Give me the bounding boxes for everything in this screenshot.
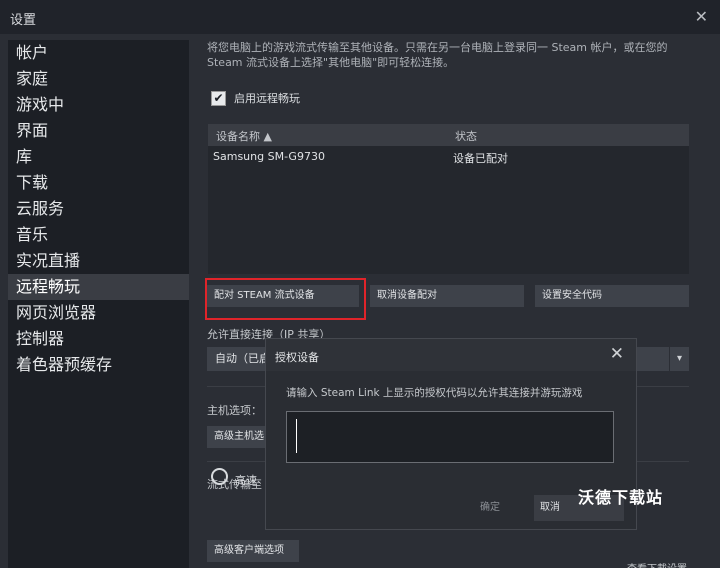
sidebar-item-controller[interactable]: 控制器: [8, 326, 189, 352]
settings-sidebar: 帐户 家庭 游戏中 界面 库 下载 云服务 音乐 实况直播 远程畅玩 网页浏览器…: [8, 40, 189, 568]
speed-radio[interactable]: [211, 468, 228, 485]
chevron-down-icon[interactable]: ▾: [669, 347, 689, 371]
close-icon[interactable]: ✕: [610, 344, 624, 364]
sidebar-item-interface[interactable]: 界面: [8, 118, 189, 144]
window-title: 设置: [10, 13, 37, 28]
sidebar-item-library[interactable]: 库: [8, 144, 189, 170]
text-caret: [296, 419, 297, 453]
host-options-label: 主机选项：: [207, 404, 262, 417]
column-header-status[interactable]: 状态: [455, 128, 477, 144]
watermark-text: 沃德下载站: [578, 488, 664, 507]
device-status-cell: 设备已配对: [453, 152, 508, 165]
sidebar-item-broadcasting[interactable]: 实况直播: [8, 248, 189, 274]
authorization-code-input[interactable]: [286, 411, 614, 463]
enable-remote-play-checkbox[interactable]: ✔: [211, 90, 226, 106]
set-security-code-button[interactable]: 设置安全代码: [535, 285, 689, 307]
enable-remote-play-row: ✔ 启用远程畅玩: [211, 90, 300, 106]
confirm-button[interactable]: 确定: [442, 495, 538, 521]
close-icon[interactable]: ✕: [695, 7, 708, 26]
highlight-box: [205, 278, 366, 320]
advanced-client-options-button[interactable]: 高级客户端选项: [207, 540, 299, 562]
sidebar-item-remote-play[interactable]: 远程畅玩: [8, 274, 189, 300]
window-titlebar: 设置 ✕: [0, 0, 720, 34]
sidebar-item-web-browser[interactable]: 网页浏览器: [8, 300, 189, 326]
sidebar-item-account[interactable]: 帐户: [8, 40, 189, 66]
unpair-device-button[interactable]: 取消设备配对: [370, 285, 524, 307]
direct-connection-value: 自动（已启: [215, 352, 270, 365]
authorization-prompt: 请输入 Steam Link 上显示的授权代码以允许其连接并游玩游戏: [286, 387, 583, 399]
remote-play-description: 将您电脑上的游戏流式传输至其他设备。只需在另一台电脑上登录同一 Steam 帐户…: [207, 41, 668, 69]
dialog-titlebar: 授权设备 ✕: [266, 339, 636, 371]
column-header-device-name[interactable]: 设备名称 ▲: [216, 128, 272, 144]
device-name-cell: Samsung SM-G9730: [213, 150, 325, 163]
dialog-title: 授权设备: [275, 351, 319, 364]
sidebar-item-in-game[interactable]: 游戏中: [8, 92, 189, 118]
enable-remote-play-label: 启用远程畅玩: [234, 92, 300, 105]
view-download-settings-link[interactable]: 查看下載设置: [627, 560, 687, 568]
sidebar-item-shader-cache[interactable]: 着色器预缓存: [8, 352, 189, 378]
device-table: 设备名称 ▲ 状态 Samsung SM-G9730 设备已配对: [208, 124, 689, 274]
device-table-header: 设备名称 ▲ 状态: [208, 124, 689, 146]
sidebar-item-music[interactable]: 音乐: [8, 222, 189, 248]
speed-radio-label: 高速: [235, 474, 257, 487]
sidebar-item-cloud[interactable]: 云服务: [8, 196, 189, 222]
sidebar-item-downloads[interactable]: 下载: [8, 170, 189, 196]
sidebar-item-family[interactable]: 家庭: [8, 66, 189, 92]
table-row[interactable]: Samsung SM-G9730 设备已配对: [208, 146, 689, 168]
